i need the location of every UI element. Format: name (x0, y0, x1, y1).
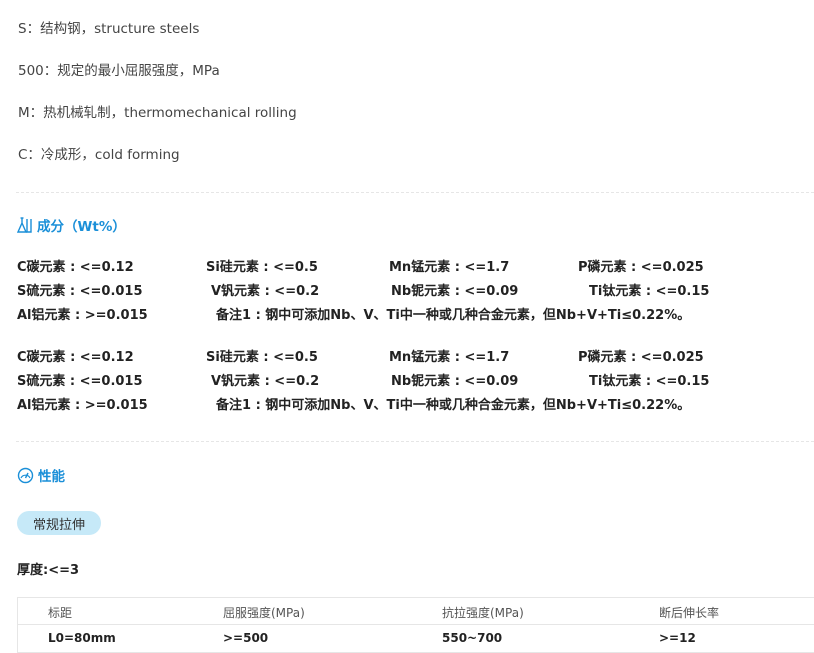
element-titanium: Ti钛元素 : <=0.15 (589, 374, 710, 389)
performance-header: 性能 (17, 465, 65, 485)
element-silicon: Si硅元素 : <=0.5 (206, 350, 318, 365)
definition-line: 500：规定的最小屈服强度，MPa (18, 63, 220, 79)
element-titanium: Ti钛元素 : <=0.15 (589, 284, 710, 299)
composition-note: 备注1 : 钢中可添加Nb、V、Ti中一种或几种合金元素，但Nb+V+Ti≤0.… (216, 398, 691, 413)
element-aluminum: Al铝元素 : >=0.015 (17, 398, 148, 413)
table-cell: >=500 (223, 631, 269, 645)
tab-conventional-tensile[interactable]: 常规拉伸 (17, 511, 101, 535)
element-sulfur: S硫元素 : <=0.015 (17, 284, 143, 299)
table-header-row: 标距 屈服强度(MPa) 抗拉强度(MPa) 断后伸长率 (18, 598, 814, 625)
definition-line: M：热机械轧制，thermomechanical rolling (18, 105, 297, 121)
element-manganese: Mn锰元素 : <=1.7 (389, 260, 510, 275)
composition-note: 备注1 : 钢中可添加Nb、V、Ti中一种或几种合金元素，但Nb+V+Ti≤0.… (216, 308, 691, 323)
gauge-icon (17, 467, 34, 484)
element-carbon: C碳元素 : <=0.12 (17, 350, 134, 365)
element-sulfur: S硫元素 : <=0.015 (17, 374, 143, 389)
element-vanadium: V钒元素 : <=0.2 (211, 284, 320, 299)
performance-title: 性能 (38, 469, 65, 485)
properties-table: 标距 屈服强度(MPa) 抗拉强度(MPa) 断后伸长率 L0=80mm >=5… (17, 597, 814, 653)
element-vanadium: V钒元素 : <=0.2 (211, 374, 320, 389)
element-phosphorus: P磷元素 : <=0.025 (578, 260, 704, 275)
thickness-label: 厚度:<=3 (17, 563, 80, 578)
element-niobium: Nb铌元素 : <=0.09 (391, 284, 519, 299)
element-silicon: Si硅元素 : <=0.5 (206, 260, 318, 275)
definition-line: C：冷成形，cold forming (18, 147, 180, 163)
element-carbon: C碳元素 : <=0.12 (17, 260, 134, 275)
element-manganese: Mn锰元素 : <=1.7 (389, 350, 510, 365)
column-header: 标距 (48, 606, 73, 620)
flask-icon (17, 216, 33, 234)
definition-line: S：结构钢，structure steels (18, 21, 200, 37)
element-phosphorus: P磷元素 : <=0.025 (578, 350, 704, 365)
table-cell: 550~700 (442, 631, 503, 645)
table-cell: >=12 (659, 631, 696, 645)
table-cell: L0=80mm (48, 631, 116, 645)
element-aluminum: Al铝元素 : >=0.015 (17, 308, 148, 323)
table-row: L0=80mm >=500 550~700 >=12 (18, 625, 814, 652)
section-divider (16, 441, 814, 442)
column-header: 屈服强度(MPa) (223, 606, 305, 620)
section-divider (16, 192, 814, 193)
composition-title: 成分（Wt%） (37, 219, 126, 235)
column-header: 断后伸长率 (659, 606, 720, 620)
element-niobium: Nb铌元素 : <=0.09 (391, 374, 519, 389)
column-header: 抗拉强度(MPa) (442, 606, 524, 620)
composition-header: 成分（Wt%） (17, 215, 126, 235)
